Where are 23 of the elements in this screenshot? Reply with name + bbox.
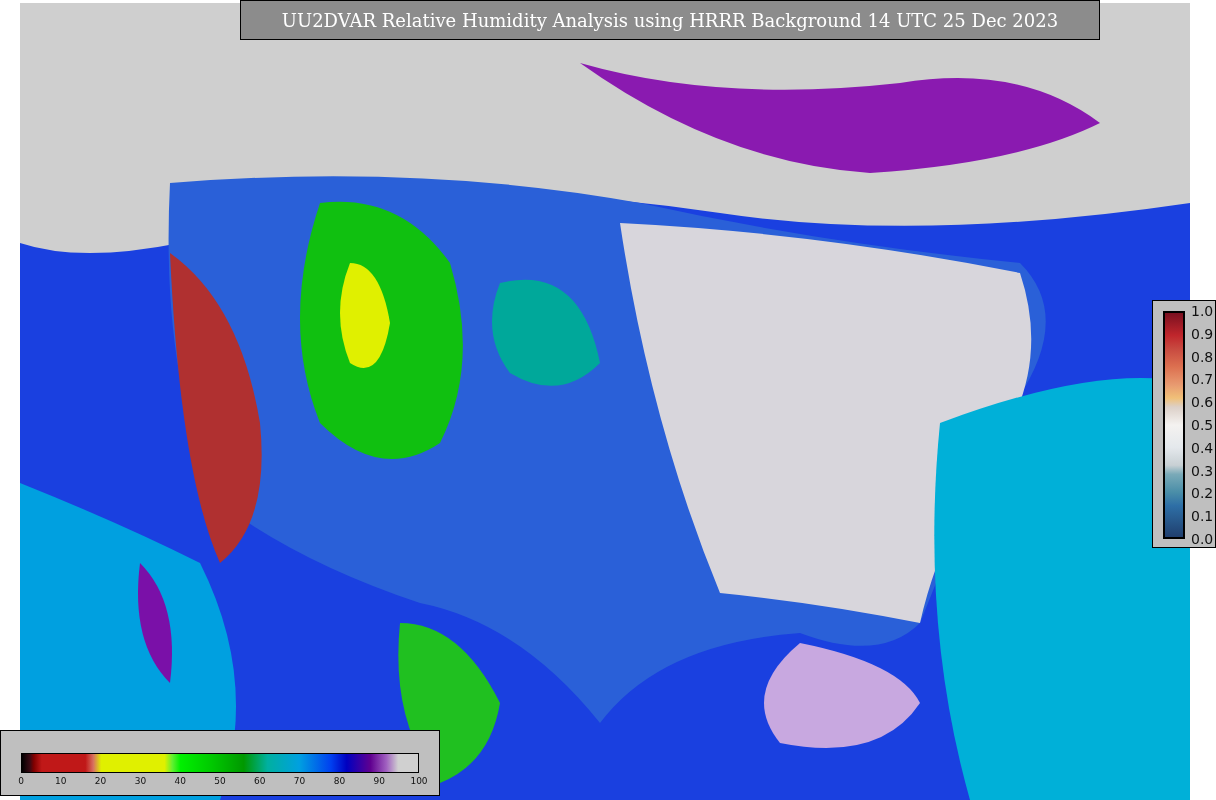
tick-label: 0.2 [1191, 485, 1214, 502]
tick-label: 80 [333, 776, 346, 786]
tick-label: 0.4 [1191, 439, 1214, 456]
tick-label: 90 [373, 776, 385, 786]
tick-label: 70 [293, 776, 306, 786]
tick-label: 0.6 [1191, 394, 1214, 411]
tick-label: 0.7 [1191, 371, 1214, 388]
tick-label: 0.3 [1191, 462, 1214, 479]
tick-label: 0.9 [1191, 325, 1214, 342]
tick-label: 10 [55, 776, 67, 786]
tick-label: 0.0 [1191, 531, 1214, 547]
tick-label: 0.5 [1191, 417, 1214, 433]
tick-label: 0 [18, 776, 24, 786]
tick-label: 1.0 [1191, 303, 1214, 319]
tick-label: 0.8 [1191, 348, 1214, 365]
tick-label: 60 [254, 776, 266, 786]
tick-label: 30 [134, 776, 147, 786]
tick-label: 40 [174, 776, 186, 786]
tick-label: 100 [410, 776, 428, 786]
tick-label: 20 [94, 776, 107, 786]
chart-title: UU2DVAR Relative Humidity Analysis using HRRR Background 14 UTC 25 Dec 2023 [240, 0, 1100, 40]
tick-label: 0.1 [1191, 508, 1214, 525]
tick-label: 50 [214, 776, 226, 786]
